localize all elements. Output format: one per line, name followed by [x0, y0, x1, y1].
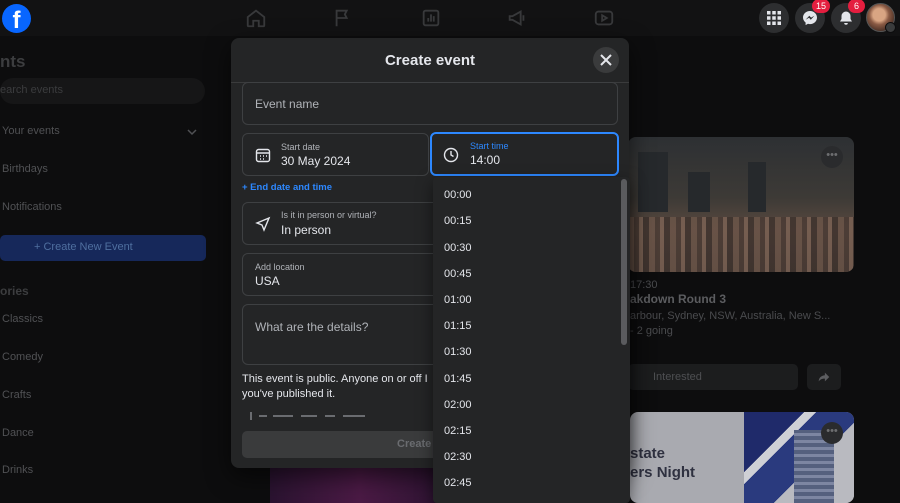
- start-date-value: 30 May 2024: [281, 154, 351, 168]
- create-button-label: Create: [397, 438, 432, 450]
- location-type-label: Is it in person or virtual?: [281, 210, 377, 220]
- add-location-label: Add location: [255, 262, 305, 272]
- grid-icon: [767, 11, 781, 25]
- sidebar-category-classics[interactable]: Classics: [2, 313, 43, 325]
- event-name-input[interactable]: Event name: [242, 82, 618, 125]
- start-date-field[interactable]: Start date 30 May 2024: [242, 133, 429, 176]
- share-button[interactable]: [807, 364, 841, 390]
- messenger-badge: 15: [812, 0, 831, 13]
- create-button[interactable]: Create: [242, 431, 452, 458]
- sidebar-category-drinks[interactable]: Drinks: [2, 464, 33, 476]
- time-option[interactable]: 02:30: [444, 451, 472, 463]
- flag-icon[interactable]: [332, 7, 354, 29]
- sidebar-category-comedy[interactable]: Comedy: [2, 351, 43, 363]
- interested-button[interactable]: Interested: [628, 364, 798, 390]
- time-option[interactable]: 01:45: [444, 373, 472, 385]
- modal-title: Create event: [384, 52, 476, 69]
- time-option[interactable]: 02:15: [444, 425, 472, 437]
- time-option[interactable]: 00:15: [444, 215, 472, 227]
- time-option[interactable]: 00:00: [444, 189, 472, 201]
- menu-grid-button[interactable]: [759, 3, 789, 33]
- more-options-icon-2[interactable]: •••: [821, 422, 843, 444]
- dropdown-scrollbar[interactable]: [621, 179, 627, 345]
- messenger-button[interactable]: 15: [795, 0, 831, 33]
- sidebar-item-your-events[interactable]: Your events: [2, 125, 60, 137]
- start-time-value: 14:00: [470, 153, 501, 167]
- event-time: 17:30: [630, 279, 658, 291]
- top-navigation-bar: f 15 6: [0, 0, 900, 36]
- app-root: f 15 6 nts earch events Your events Birt…: [0, 0, 900, 503]
- event-card-2-title-line1: state: [630, 445, 666, 462]
- facebook-logo[interactable]: f: [2, 4, 31, 33]
- sidebar-category-dance[interactable]: Dance: [2, 427, 34, 439]
- time-option[interactable]: 01:00: [444, 294, 472, 306]
- close-button[interactable]: [593, 47, 619, 73]
- time-option[interactable]: 02:00: [444, 399, 472, 411]
- search-events-input[interactable]: earch events: [0, 78, 205, 104]
- time-option[interactable]: 01:15: [444, 320, 472, 332]
- notifications-button[interactable]: 6: [831, 0, 865, 33]
- chevron-down-icon[interactable]: [186, 126, 198, 138]
- time-option[interactable]: 01:30: [444, 346, 472, 358]
- interested-label: Interested: [653, 371, 702, 383]
- location-type-value: In person: [281, 223, 332, 237]
- start-date-label: Start date: [281, 142, 321, 152]
- share-icon: [818, 372, 830, 382]
- start-time-dropdown: 00:00 00:15 00:30 00:45 01:00 01:15 01:3…: [433, 177, 630, 503]
- notifications-badge: 6: [848, 0, 865, 13]
- event-name-placeholder: Event name: [255, 97, 320, 111]
- account-caret-icon[interactable]: [885, 22, 896, 33]
- public-event-notice: This event is public. Anyone on or off I…: [242, 373, 428, 400]
- insights-icon[interactable]: [420, 7, 442, 29]
- events-sidebar: nts earch events Your events Birthdays N…: [0, 36, 232, 503]
- location-arrow-icon: [255, 216, 271, 232]
- start-time-label: Start time: [470, 141, 509, 151]
- home-icon[interactable]: [245, 7, 267, 29]
- event-location: arbour, Sydney, NSW, Australia, New S...: [630, 310, 831, 322]
- categories-title: ories: [0, 284, 29, 298]
- start-time-field[interactable]: Start time 14:00: [430, 132, 619, 176]
- event-card-image-3[interactable]: [270, 465, 450, 503]
- sidebar-item-birthdays[interactable]: Birthdays: [2, 163, 48, 175]
- time-option[interactable]: 00:45: [444, 268, 472, 280]
- megaphone-icon[interactable]: [506, 7, 528, 29]
- video-icon[interactable]: [593, 7, 615, 29]
- calendar-icon: [255, 147, 271, 163]
- create-new-event-label: + Create New Event: [34, 241, 133, 253]
- close-icon: [600, 54, 612, 66]
- sidebar-item-notifications[interactable]: Notifications: [2, 201, 62, 213]
- details-placeholder: What are the details?: [255, 320, 369, 334]
- more-options-icon[interactable]: •••: [821, 146, 843, 168]
- add-location-value: USA: [255, 274, 280, 288]
- time-option[interactable]: 02:45: [444, 477, 472, 489]
- clock-icon: [443, 147, 459, 163]
- end-date-and-time-link[interactable]: + End date and time: [242, 182, 332, 193]
- sidebar-title: nts: [0, 52, 26, 71]
- sidebar-category-crafts[interactable]: Crafts: [2, 389, 31, 401]
- search-events-placeholder: earch events: [0, 84, 63, 96]
- create-new-event-button[interactable]: + Create New Event: [0, 235, 206, 261]
- partially-hidden-text-icon: [250, 412, 365, 420]
- event-going-count: - 2 going: [630, 325, 673, 337]
- event-card-2-title-line2: ers Night: [630, 464, 696, 481]
- time-option[interactable]: 00:30: [444, 242, 472, 254]
- event-name[interactable]: akdown Round 3: [630, 292, 726, 306]
